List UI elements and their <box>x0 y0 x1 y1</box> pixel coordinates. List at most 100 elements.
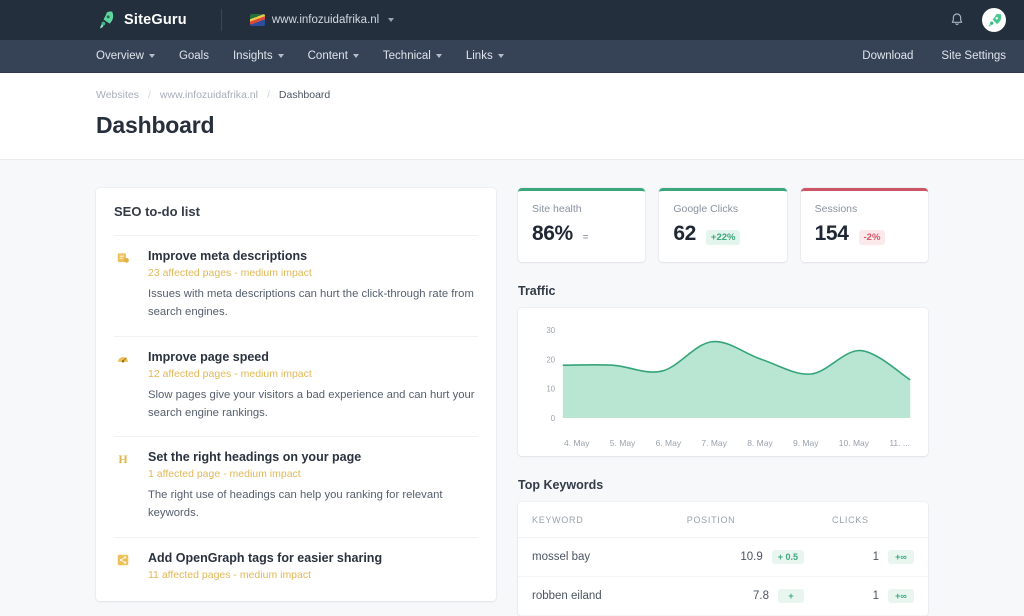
clicks-value: 1 <box>872 551 879 563</box>
cell-position: 7.8 + <box>672 576 819 616</box>
chevron-down-icon <box>352 54 359 58</box>
stat-change-badge: = <box>582 232 589 243</box>
stat-value: 154 <box>814 222 849 245</box>
chevron-down-icon <box>435 54 442 58</box>
todo-item-title: Set the right headings on your page <box>148 450 362 465</box>
breadcrumb: Websites / www.infozuidafrika.nl / Dashb… <box>96 89 1024 101</box>
breadcrumb-separator: / <box>266 89 270 101</box>
traffic-chart-x-axis: 4. May 5. May 6. May 7. May 8. May 9. May 10. … <box>530 434 916 448</box>
nav-item-overview[interactable]: Overview <box>96 50 155 62</box>
header-actions <box>949 8 1006 32</box>
todo-item-description: Slow pages give your visitors a bad expe… <box>148 388 475 419</box>
x-axis-tick-label: 11. ... <box>889 438 910 448</box>
site-selector-label: www.infozuidafrika.nl <box>271 14 380 26</box>
column-header-keyword[interactable]: KEYWORD <box>518 502 673 538</box>
todo-item[interactable]: Improve page speed 12 affected pages - m… <box>114 335 478 437</box>
todo-item-meta: 12 affected pages - medium impact <box>148 367 312 380</box>
rocket-icon <box>94 8 117 31</box>
brand-logo[interactable]: SiteGuru <box>96 10 187 30</box>
x-axis-tick-label: 4. May <box>564 438 590 448</box>
todo-item-title: Improve page speed <box>148 349 269 364</box>
y-axis-tick-label: 10 <box>546 385 555 394</box>
top-header-bar: SiteGuru www.infozuidafrika.nl <box>0 0 1024 40</box>
nav-item-links[interactable]: Links <box>466 50 504 62</box>
nav-secondary-actions: Download Site Settings <box>862 50 1006 62</box>
cell-keyword: mossel bay <box>518 537 673 577</box>
seo-todo-card: SEO to-do list Improve meta descriptions… <box>96 188 496 601</box>
nav-item-technical[interactable]: Technical <box>383 50 442 62</box>
traffic-section-title: Traffic <box>518 284 556 298</box>
seo-todo-title: SEO to-do list <box>114 204 200 219</box>
column-header-position[interactable]: POSITION <box>672 502 819 538</box>
todo-item-body: Set the right headings on your page 1 af… <box>148 450 478 523</box>
position-value: 7.8 <box>753 590 770 602</box>
brand-name: SiteGuru <box>124 12 187 28</box>
breadcrumb-item-websites[interactable]: Websites <box>96 89 139 101</box>
south-africa-flag-icon <box>249 14 265 26</box>
left-column: SEO to-do list Improve meta descriptions… <box>96 188 496 616</box>
top-keywords-table: KEYWORD POSITION CLICKS mossel bay 10.9 … <box>518 502 928 616</box>
position-value: 10.9 <box>740 551 763 563</box>
breadcrumb-item-site[interactable]: www.infozuidafrika.nl <box>160 89 258 101</box>
nav-item-label: Overview <box>96 50 144 62</box>
todo-item[interactable]: Improve meta descriptions 23 affected pa… <box>114 235 478 336</box>
table-header: KEYWORD POSITION CLICKS <box>518 502 928 538</box>
heading-icon: H <box>114 450 132 523</box>
stat-value: 62 <box>673 222 696 245</box>
stat-card-sessions[interactable]: Sessions 154 -2% <box>800 188 928 262</box>
chevron-down-icon <box>148 54 155 58</box>
column-header-clicks[interactable]: CLICKS <box>818 502 928 538</box>
stat-card-google-clicks[interactable]: Google Clicks 62 +22% <box>659 188 787 262</box>
nav-item-content[interactable]: Content <box>308 50 359 62</box>
stat-label: Sessions <box>814 203 858 215</box>
position-pair: 10.9 + 0.5 <box>687 550 805 564</box>
position-pair: 7.8 + <box>687 589 805 603</box>
nav-item-site-settings[interactable]: Site Settings <box>941 50 1006 62</box>
todo-item[interactable]: Add OpenGraph tags for easier sharing 11… <box>114 536 478 601</box>
stat-value-row: 62 +22% <box>673 222 772 246</box>
main-content: SEO to-do list Improve meta descriptions… <box>0 160 1024 616</box>
nav-item-download[interactable]: Download <box>862 50 913 62</box>
todo-item-meta: 23 affected pages - medium impact <box>148 267 312 279</box>
todo-item[interactable]: H Set the right headings on your page 1 … <box>114 436 478 537</box>
todo-item-body: Add OpenGraph tags for easier sharing 11… <box>148 551 478 587</box>
meta-description-icon <box>114 249 132 322</box>
todo-item-description: Issues with meta descriptions can hurt t… <box>148 288 474 319</box>
traffic-chart-svg: 0 10 20 30 <box>546 326 916 423</box>
traffic-chart-card: 0 10 20 30 4. May 5. May 6. May 7. May 8. May 9.… <box>518 308 928 456</box>
main-navigation: Overview Goals Insights Content Technica… <box>0 40 1024 73</box>
nav-item-label: Content <box>307 50 348 62</box>
stat-label: Site health <box>532 203 582 215</box>
stats-row: Site health 86% = Google Clicks 62 +22% … <box>518 188 928 262</box>
avatar[interactable] <box>982 8 1006 32</box>
stat-card-site-health[interactable]: Site health 86% = <box>518 188 646 262</box>
breadcrumb-separator: / <box>148 89 151 101</box>
nav-item-label: Insights <box>232 50 273 62</box>
site-selector[interactable]: www.infozuidafrika.nl <box>249 14 395 26</box>
todo-item-meta: 11 affected pages - medium impact <box>148 568 312 581</box>
top-keywords-card: KEYWORD POSITION CLICKS mossel bay 10.9 … <box>518 502 928 616</box>
todo-item-meta: 1 affected page - medium impact <box>148 468 301 481</box>
nav-item-goals[interactable]: Goals <box>179 50 209 62</box>
cell-clicks: 1 +∞ <box>818 576 928 616</box>
nav-item-insights[interactable]: Insights <box>233 50 284 62</box>
todo-item-body: Improve meta descriptions 23 affected pa… <box>148 249 478 322</box>
nav-item-label: Goals <box>178 50 209 62</box>
bell-icon[interactable] <box>949 11 965 29</box>
table-header-row: KEYWORD POSITION CLICKS <box>518 502 928 538</box>
page-header: Websites / www.infozuidafrika.nl / Dashb… <box>0 73 1024 160</box>
cell-clicks: 1 +∞ <box>818 537 928 577</box>
position-delta-badge: + <box>778 589 805 603</box>
table-row[interactable]: robben eiland 7.8 + 1 +∞ <box>518 576 928 616</box>
page-title: Dashboard <box>96 112 215 138</box>
x-axis-tick-label: 7. May <box>701 438 727 448</box>
table-row[interactable]: mossel bay 10.9 + 0.5 1 +∞ <box>518 537 928 577</box>
share-icon <box>114 551 132 587</box>
nav-item-label: Technical <box>382 50 431 62</box>
right-column: Site health 86% = Google Clicks 62 +22% … <box>518 188 928 616</box>
stat-change-badge: -2% <box>858 230 886 245</box>
y-axis-tick-label: 20 <box>546 355 555 364</box>
clicks-pair: 1 +∞ <box>832 589 914 603</box>
cell-keyword: robben eiland <box>518 576 673 616</box>
stat-value-row: 86% = <box>532 222 631 246</box>
